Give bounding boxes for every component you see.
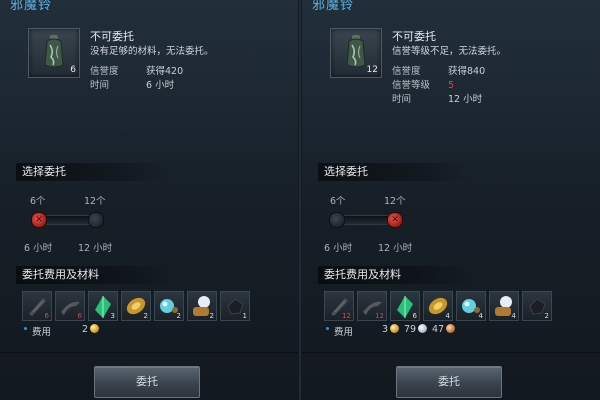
slider-knob-6[interactable] bbox=[329, 212, 345, 228]
material-count: 1 bbox=[242, 312, 247, 320]
cost-silver-amount: 79 bbox=[404, 324, 417, 335]
gold-ornament-icon[interactable]: 4 bbox=[423, 291, 453, 321]
slider-knob-12-selected[interactable]: ✕ bbox=[387, 212, 403, 228]
option-time-6: 6 小时 bbox=[324, 243, 353, 254]
green-crystal-icon[interactable]: 3 bbox=[88, 291, 118, 321]
option-time-12: 12 小时 bbox=[378, 243, 413, 254]
cost-gold: 2 bbox=[82, 324, 100, 335]
dark-dagger-icon[interactable]: 6 bbox=[55, 291, 85, 321]
material-count: 3 bbox=[110, 312, 115, 320]
option-count-12: 12个 bbox=[84, 196, 106, 207]
time-label: 时间 bbox=[392, 94, 412, 105]
cyan-gem-icon[interactable]: 2 bbox=[154, 291, 184, 321]
option-count-12: 12个 bbox=[384, 196, 406, 207]
material-count: 6 bbox=[44, 312, 49, 320]
material-count: 4 bbox=[445, 312, 450, 320]
time-value: 6 小时 bbox=[146, 80, 175, 91]
reputation-row: 信誉度 获得420 bbox=[90, 63, 183, 77]
commission-button[interactable]: 委托 bbox=[94, 366, 200, 398]
dark-dagger-icon[interactable]: 12 bbox=[357, 291, 387, 321]
material-count: 4 bbox=[511, 312, 516, 320]
cost-label: 费用 bbox=[334, 327, 354, 338]
material-count: 2 bbox=[143, 312, 148, 320]
select-commission-header: 选择委托 bbox=[318, 163, 474, 181]
copper-coin-icon bbox=[446, 324, 456, 333]
reputation-value: 获得420 bbox=[146, 66, 184, 77]
material-count: 12 bbox=[375, 312, 384, 320]
reputation-level-value: 5 bbox=[448, 80, 455, 91]
reputation-row: 信誉度 获得840 bbox=[392, 63, 485, 77]
materials-header: 委托费用及材料 bbox=[16, 266, 172, 284]
gold-coin-icon bbox=[390, 324, 400, 333]
material-count: 6 bbox=[412, 312, 417, 320]
item-count: 6 bbox=[70, 65, 76, 75]
status-description: 没有足够的材料，无法委托。 bbox=[90, 46, 214, 57]
option-time-12: 12 小时 bbox=[78, 243, 113, 254]
gold-coin-icon bbox=[90, 324, 100, 333]
cost-copper-amount: 47 bbox=[432, 324, 445, 335]
reputation-label: 信誉度 bbox=[392, 66, 421, 77]
reputation-value: 获得840 bbox=[448, 66, 486, 77]
commission-panel-12: 邪魔铃 12 不可委托 信誉等级不足，无法委托。 信誉度 获得840 信誉等级 5 … bbox=[302, 0, 600, 400]
black-fragment-icon[interactable]: 1 bbox=[220, 291, 250, 321]
status-title: 不可委托 bbox=[90, 30, 134, 43]
commission-button[interactable]: 委托 bbox=[396, 366, 502, 398]
commission-window: 邪魔铃 6 不可委托 没有足够的材料，无法委托。 信誉度 获得420 时间 6 小时… bbox=[0, 0, 600, 400]
gold-ornament-icon[interactable]: 2 bbox=[121, 291, 151, 321]
black-fragment-icon[interactable]: 2 bbox=[522, 291, 552, 321]
reputation-level-label: 信誉等级 bbox=[392, 80, 431, 91]
bullet-icon bbox=[326, 327, 329, 330]
cyan-gem-icon[interactable]: 4 bbox=[456, 291, 486, 321]
bullet-icon bbox=[24, 327, 27, 330]
footer-separator bbox=[302, 352, 600, 353]
material-count: 4 bbox=[478, 312, 483, 320]
orb-pot-icon[interactable]: 2 bbox=[187, 291, 217, 321]
cost-gold-amount: 2 bbox=[82, 324, 89, 335]
material-count: 2 bbox=[176, 312, 181, 320]
material-count: 2 bbox=[544, 312, 549, 320]
panel-title: 邪魔铃 bbox=[10, 0, 53, 13]
materials-header: 委托费用及材料 bbox=[318, 266, 474, 284]
time-row: 时间 6 小时 bbox=[90, 77, 174, 91]
select-commission-header: 选择委托 bbox=[16, 163, 172, 181]
material-count: 6 bbox=[77, 312, 82, 320]
cost-copper: 47 bbox=[432, 324, 456, 335]
time-value: 12 小时 bbox=[448, 94, 483, 105]
option-count-6: 6个 bbox=[330, 196, 346, 207]
evil-bell-icon bbox=[44, 35, 64, 68]
item-slot[interactable]: 6 bbox=[28, 28, 80, 78]
item-count: 12 bbox=[366, 65, 378, 75]
status-title: 不可委托 bbox=[392, 30, 436, 43]
time-row: 时间 12 小时 bbox=[392, 91, 482, 105]
cost-label: 费用 bbox=[32, 327, 52, 338]
footer-separator bbox=[0, 352, 298, 353]
material-count: 2 bbox=[209, 312, 214, 320]
time-label: 时间 bbox=[90, 80, 110, 91]
material-count: 12 bbox=[342, 312, 351, 320]
dark-blade-icon[interactable]: 6 bbox=[22, 291, 52, 321]
cost-gold-amount: 3 bbox=[382, 324, 389, 335]
dark-blade-icon[interactable]: 12 bbox=[324, 291, 354, 321]
option-count-6: 6个 bbox=[30, 196, 46, 207]
slider-knob-12[interactable] bbox=[88, 212, 104, 228]
panel-title: 邪魔铃 bbox=[312, 0, 355, 13]
cost-gold: 3 bbox=[382, 324, 400, 335]
reputation-level-row: 信誉等级 5 bbox=[392, 77, 454, 91]
cost-silver: 79 bbox=[404, 324, 428, 335]
green-crystal-icon[interactable]: 6 bbox=[390, 291, 420, 321]
reputation-label: 信誉度 bbox=[90, 66, 119, 77]
orb-pot-icon[interactable]: 4 bbox=[489, 291, 519, 321]
silver-coin-icon bbox=[418, 324, 428, 333]
evil-bell-icon bbox=[346, 35, 366, 68]
option-time-6: 6 小时 bbox=[24, 243, 53, 254]
slider-knob-6-selected[interactable]: ✕ bbox=[31, 212, 47, 228]
commission-panel-6: 邪魔铃 6 不可委托 没有足够的材料，无法委托。 信誉度 获得420 时间 6 小时… bbox=[0, 0, 298, 400]
status-description: 信誉等级不足，无法委托。 bbox=[392, 46, 507, 57]
item-slot[interactable]: 12 bbox=[330, 28, 382, 78]
